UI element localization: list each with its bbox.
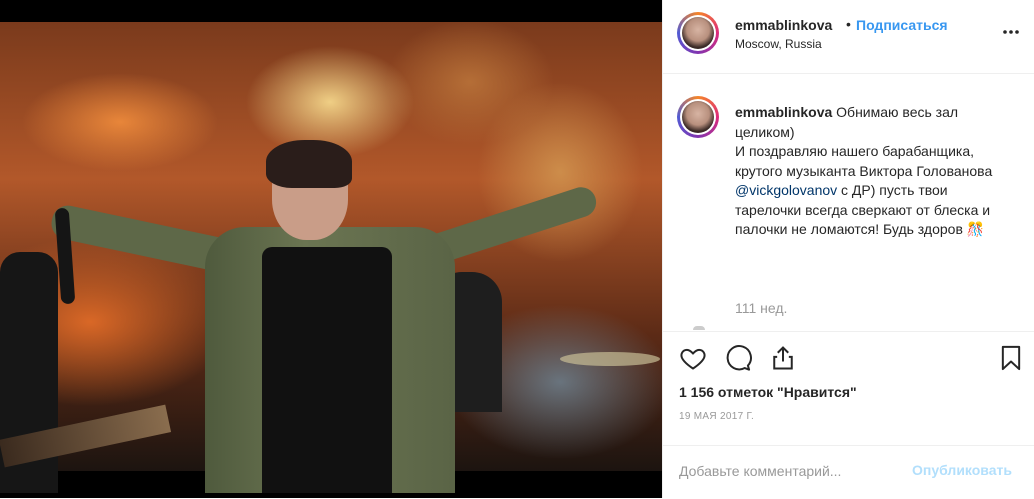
post-sidebar: emmablinkova • Подписаться Moscow, Russi… [662, 0, 1034, 498]
post-date[interactable]: 19 МАЯ 2017 Г. [679, 411, 754, 422]
concert-stage-image [0, 22, 662, 493]
heart-icon[interactable] [679, 344, 709, 374]
caption-time[interactable]: 111 нед. [735, 300, 787, 316]
publish-button[interactable]: Опубликовать [912, 462, 1012, 478]
comment-icon[interactable] [724, 344, 754, 374]
action-bar: 1 156 отметок "Нравится" 19 МАЯ 2017 Г. [663, 331, 1034, 422]
bookmark-icon[interactable] [997, 344, 1027, 374]
follow-button[interactable]: Подписаться [856, 17, 948, 33]
share-icon[interactable] [769, 344, 799, 374]
avatar[interactable] [677, 12, 719, 54]
post-header: emmablinkova • Подписаться Moscow, Russi… [663, 0, 1034, 74]
next-comment-avatar-partial [693, 326, 705, 330]
singer-shirt [262, 247, 392, 493]
location-link[interactable]: Moscow, Russia [735, 37, 822, 51]
comment-input[interactable] [679, 460, 909, 482]
mention-link[interactable]: @vickgolovanov [735, 182, 837, 198]
caption-avatar[interactable] [677, 96, 719, 138]
likes-count[interactable]: 1 156 отметок "Нравится" [679, 384, 857, 400]
add-comment-bar: Опубликовать [663, 445, 1034, 499]
comments-section: emmablinkova Обнимаю весь зал целиком) И… [663, 74, 1034, 330]
username-link[interactable]: emmablinkova [735, 17, 832, 33]
post-photo[interactable] [0, 0, 662, 498]
caption: emmablinkova Обнимаю весь зал целиком) И… [735, 103, 1015, 240]
singer-hair [266, 140, 352, 188]
caption-username[interactable]: emmablinkova [735, 104, 832, 120]
more-horizontal-icon[interactable] [1001, 22, 1021, 47]
separator-dot: • [846, 16, 851, 32]
cymbal [560, 352, 660, 366]
